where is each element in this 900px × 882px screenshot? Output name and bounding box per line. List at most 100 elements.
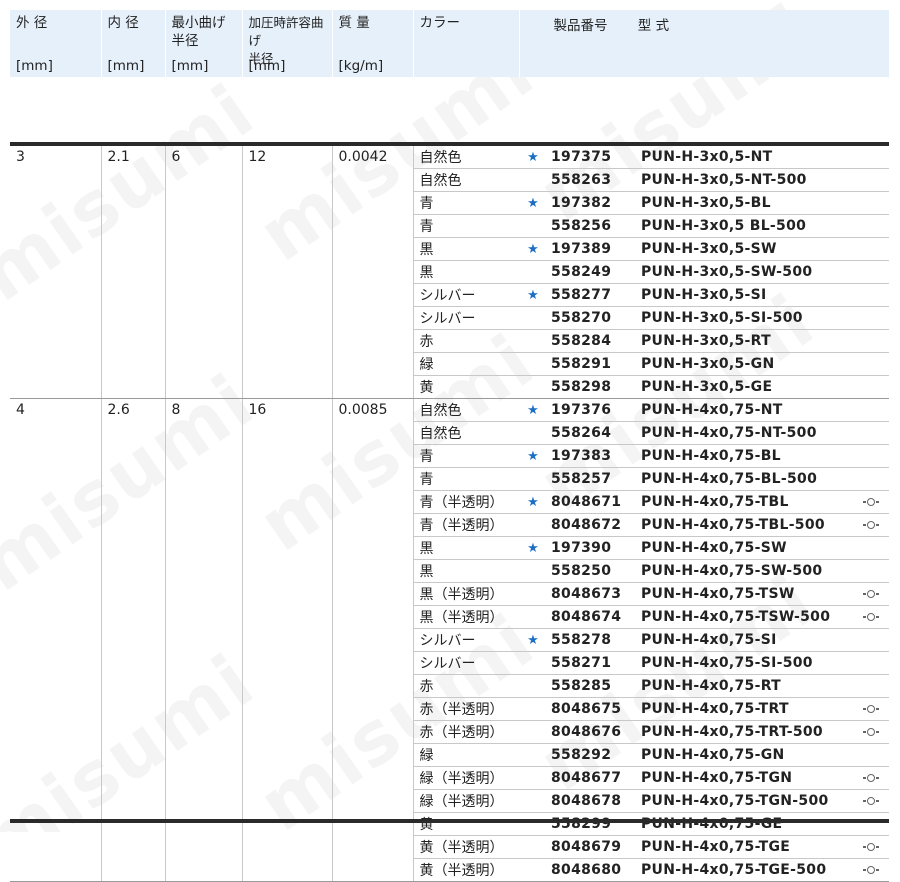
product-number-link[interactable]: 558277	[547, 283, 637, 307]
product-number-link[interactable]: 558263	[547, 168, 637, 192]
product-number-link[interactable]: 558256	[547, 214, 637, 238]
color-cell: 緑	[413, 743, 519, 767]
marker-cell	[853, 375, 890, 399]
marker-cell	[853, 812, 890, 836]
eye-icon	[863, 797, 880, 805]
header-outer-diameter: 外 径 [mm]	[10, 10, 102, 77]
star-icon-cell: ★	[519, 490, 547, 514]
marker-cell	[853, 329, 890, 353]
product-number-link[interactable]: 8048673	[547, 582, 637, 606]
model-cell: PUN-H-4x0,75-TGN-500	[637, 789, 853, 813]
product-number-link[interactable]: 197389	[547, 237, 637, 261]
product-number-link[interactable]: 558270	[547, 306, 637, 330]
product-number-link[interactable]: 8048677	[547, 766, 637, 790]
inner-diameter-cell: 2.1	[101, 144, 166, 399]
product-number-link[interactable]: 197375	[547, 144, 637, 169]
star-icon: ★	[527, 540, 539, 556]
star-icon-cell	[519, 352, 547, 376]
marker-cell	[853, 858, 890, 882]
product-number-link[interactable]: 558271	[547, 651, 637, 675]
product-number-link[interactable]: 558278	[547, 628, 637, 652]
model-cell: PUN-H-4x0,75-GE	[637, 812, 853, 836]
model-cell: PUN-H-3x0,5-RT	[637, 329, 853, 353]
product-number-link[interactable]: 558292	[547, 743, 637, 767]
min-bend-radius-cell: 8	[165, 398, 243, 882]
product-number-link[interactable]: 8048678	[547, 789, 637, 813]
model-cell: PUN-H-3x0,5-SI	[637, 283, 853, 307]
color-cell: 青	[413, 467, 519, 491]
marker-cell	[853, 835, 890, 859]
color-cell: 黒（半透明）	[413, 582, 519, 606]
model-cell: PUN-H-3x0,5-GE	[637, 375, 853, 399]
product-number-link[interactable]: 8048680	[547, 858, 637, 882]
star-icon: ★	[527, 632, 539, 648]
color-cell: 黄	[413, 375, 519, 399]
product-number-link[interactable]: 558299	[547, 812, 637, 836]
product-number-link[interactable]: 197390	[547, 536, 637, 560]
marker-cell	[853, 697, 890, 721]
product-number-link[interactable]: 558285	[547, 674, 637, 698]
star-icon-cell	[519, 559, 547, 583]
product-number-link[interactable]: 558291	[547, 352, 637, 376]
marker-cell	[853, 444, 890, 468]
model-cell: PUN-H-4x0,75-TBL	[637, 490, 853, 514]
color-cell: 黒	[413, 260, 519, 284]
color-cell: 自然色	[413, 398, 519, 422]
marker-cell	[853, 237, 890, 261]
model-cell: PUN-H-4x0,75-NT-500	[637, 421, 853, 445]
eye-icon	[863, 728, 880, 736]
marker-cell	[853, 743, 890, 767]
product-number-link[interactable]: 558250	[547, 559, 637, 583]
header-model: 型 式	[637, 18, 670, 34]
color-cell: 青	[413, 191, 519, 215]
star-icon-cell: ★	[519, 628, 547, 652]
star-icon-cell: ★	[519, 191, 547, 215]
product-number-link[interactable]: 8048672	[547, 513, 637, 537]
product-number-link[interactable]: 197382	[547, 191, 637, 215]
product-number-link[interactable]: 558284	[547, 329, 637, 353]
eye-icon	[863, 590, 880, 598]
star-icon-cell: ★	[519, 237, 547, 261]
star-icon-cell	[519, 789, 547, 813]
color-cell: 赤（半透明）	[413, 697, 519, 721]
marker-cell	[853, 628, 890, 652]
model-cell: PUN-H-3x0,5-NT-500	[637, 168, 853, 192]
product-number-link[interactable]: 558264	[547, 421, 637, 445]
model-cell: PUN-H-4x0,75-TRT	[637, 697, 853, 721]
inner-diameter-cell: 2.6	[101, 398, 166, 882]
marker-cell	[853, 490, 890, 514]
allow-bend-radius-cell: 12	[242, 144, 333, 399]
product-number-link[interactable]: 8048671	[547, 490, 637, 514]
eye-icon	[863, 774, 880, 782]
product-number-link[interactable]: 558249	[547, 260, 637, 284]
marker-cell	[853, 559, 890, 583]
marker-cell	[853, 467, 890, 491]
product-spec-table: 外 径 [mm] 内 径 [mm] 最小曲げ 半径 [mm] 加圧時許容曲げ 半…	[10, 10, 890, 882]
product-number-link[interactable]: 8048676	[547, 720, 637, 744]
star-icon-cell	[519, 812, 547, 836]
table-header-row: 外 径 [mm] 内 径 [mm] 最小曲げ 半径 [mm] 加圧時許容曲げ 半…	[10, 10, 890, 77]
product-number-link[interactable]: 197376	[547, 398, 637, 422]
star-icon-cell	[519, 651, 547, 675]
product-number-link[interactable]: 8048674	[547, 605, 637, 629]
model-cell: PUN-H-4x0,75-TSW	[637, 582, 853, 606]
marker-cell	[853, 352, 890, 376]
star-icon-cell	[519, 260, 547, 284]
marker-cell	[853, 720, 890, 744]
star-icon: ★	[527, 402, 539, 418]
header-color: カラー	[413, 10, 520, 77]
marker-cell	[853, 168, 890, 192]
star-icon-cell	[519, 858, 547, 882]
star-icon: ★	[527, 149, 539, 165]
marker-cell	[853, 674, 890, 698]
color-cell: 黒	[413, 559, 519, 583]
product-number-link[interactable]: 558257	[547, 467, 637, 491]
model-cell: PUN-H-4x0,75-BL	[637, 444, 853, 468]
product-number-link[interactable]: 8048675	[547, 697, 637, 721]
marker-cell	[853, 214, 890, 238]
header-min-bend-radius: 最小曲げ 半径 [mm]	[165, 10, 243, 77]
product-number-link[interactable]: 8048679	[547, 835, 637, 859]
color-cell: 緑（半透明）	[413, 766, 519, 790]
product-number-link[interactable]: 197383	[547, 444, 637, 468]
product-number-link[interactable]: 558298	[547, 375, 637, 399]
